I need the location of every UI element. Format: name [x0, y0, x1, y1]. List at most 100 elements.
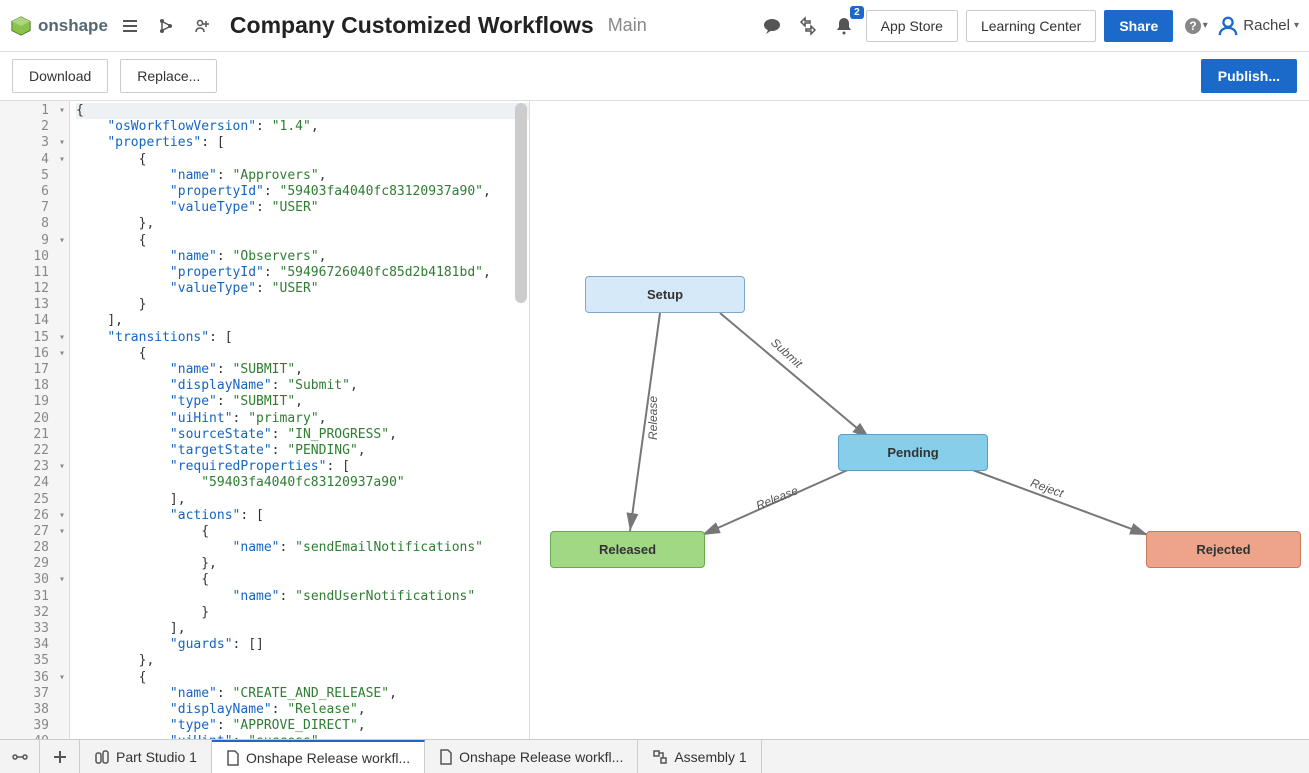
line-number: 40	[0, 734, 69, 739]
brand-logo[interactable]: onshape	[10, 15, 108, 37]
line-number: 36	[0, 670, 69, 686]
notification-badge: 2	[850, 6, 864, 19]
help-icon[interactable]: ? ▾	[1181, 12, 1209, 40]
line-number: 3	[0, 135, 69, 151]
line-number: 27	[0, 524, 69, 540]
code-line[interactable]: "osWorkflowVersion": "1.4",	[76, 119, 529, 135]
tab-label: Part Studio 1	[116, 749, 197, 765]
code-line[interactable]: "displayName": "Release",	[76, 702, 529, 718]
code-line[interactable]: }	[76, 605, 529, 621]
notifications-icon[interactable]: 2	[830, 12, 858, 40]
code-line[interactable]: "uiHint": "success",	[76, 734, 529, 739]
code-line[interactable]: "requiredProperties": [	[76, 459, 529, 475]
scrollbar-thumb[interactable]	[515, 103, 527, 303]
tab-label: Onshape Release workfl...	[459, 749, 623, 765]
code-line[interactable]: "name": "CREATE_AND_RELEASE",	[76, 686, 529, 702]
code-line[interactable]: "type": "APPROVE_DIRECT",	[76, 718, 529, 734]
line-number: 32	[0, 605, 69, 621]
line-number: 19	[0, 394, 69, 410]
code-body[interactable]: { "osWorkflowVersion": "1.4", "propertie…	[70, 101, 529, 739]
code-line[interactable]: "propertyId": "59496726040fc85d2b4181bd"…	[76, 265, 529, 281]
app-store-button[interactable]: App Store	[866, 10, 958, 42]
code-line[interactable]: "name": "sendEmailNotifications"	[76, 540, 529, 556]
tab-manager-icon[interactable]	[0, 740, 40, 773]
share-button[interactable]: Share	[1104, 10, 1173, 42]
onshape-logo-icon	[10, 15, 32, 37]
line-number: 1	[0, 103, 69, 119]
document-title: Company Customized Workflows	[230, 12, 594, 39]
line-number: 10	[0, 249, 69, 265]
line-number: 17	[0, 362, 69, 378]
line-number: 22	[0, 443, 69, 459]
line-number: 16	[0, 346, 69, 362]
line-number: 33	[0, 621, 69, 637]
code-line[interactable]: "name": "Observers",	[76, 249, 529, 265]
tab-part-studio[interactable]: Part Studio 1	[80, 740, 212, 773]
code-line[interactable]: "propertyId": "59403fa4040fc83120937a90"…	[76, 184, 529, 200]
code-line[interactable]: {	[76, 103, 529, 119]
tab-release-workflow-2[interactable]: Onshape Release workfl...	[425, 740, 638, 773]
compare-icon[interactable]	[794, 12, 822, 40]
node-pending[interactable]: Pending	[838, 434, 988, 471]
code-line[interactable]: "uiHint": "primary",	[76, 411, 529, 427]
code-line[interactable]: "name": "SUBMIT",	[76, 362, 529, 378]
chevron-down-icon: ▾	[1294, 20, 1299, 31]
code-line[interactable]: "transitions": [	[76, 330, 529, 346]
code-line[interactable]: "name": "sendUserNotifications"	[76, 589, 529, 605]
code-line[interactable]: "displayName": "Submit",	[76, 378, 529, 394]
node-setup[interactable]: Setup	[585, 276, 745, 313]
code-line[interactable]: },	[76, 216, 529, 232]
publish-button[interactable]: Publish...	[1201, 59, 1297, 93]
code-line[interactable]: ],	[76, 492, 529, 508]
add-tab-icon[interactable]	[40, 740, 80, 773]
code-line[interactable]: "guards": []	[76, 637, 529, 653]
line-number: 29	[0, 556, 69, 572]
comment-icon[interactable]	[758, 12, 786, 40]
code-line[interactable]: ],	[76, 313, 529, 329]
code-line[interactable]: "valueType": "USER"	[76, 281, 529, 297]
code-line[interactable]: }	[76, 297, 529, 313]
learning-center-button[interactable]: Learning Center	[966, 10, 1096, 42]
branch-name[interactable]: Main	[608, 15, 647, 36]
code-line[interactable]: "59403fa4040fc83120937a90"	[76, 475, 529, 491]
insert-icon[interactable]	[188, 12, 216, 40]
code-line[interactable]: "properties": [	[76, 135, 529, 151]
user-menu[interactable]: Rachel ▾	[1217, 15, 1299, 37]
user-name: Rachel	[1243, 17, 1290, 34]
menu-icon[interactable]	[116, 12, 144, 40]
tab-label: Onshape Release workfl...	[246, 750, 410, 766]
line-gutter: 1234567891011121314151617181920212223242…	[0, 101, 70, 739]
line-number: 24	[0, 475, 69, 491]
code-line[interactable]: {	[76, 346, 529, 362]
version-graph-icon[interactable]	[152, 12, 180, 40]
code-line[interactable]: {	[76, 572, 529, 588]
code-line[interactable]: "sourceState": "IN_PROGRESS",	[76, 427, 529, 443]
line-number: 28	[0, 540, 69, 556]
code-line[interactable]: "valueType": "USER"	[76, 200, 529, 216]
node-released[interactable]: Released	[550, 531, 705, 568]
workflow-diagram[interactable]: Setup Pending Released Rejected Submit R…	[530, 101, 1309, 739]
code-editor[interactable]: 1234567891011121314151617181920212223242…	[0, 101, 530, 739]
topbar: onshape Company Customized Workflows Mai…	[0, 0, 1309, 52]
tab-assembly[interactable]: Assembly 1	[638, 740, 761, 773]
replace-button[interactable]: Replace...	[120, 59, 217, 93]
line-number: 7	[0, 200, 69, 216]
tab-release-workflow-1[interactable]: Onshape Release workfl...	[212, 740, 425, 773]
code-line[interactable]: ],	[76, 621, 529, 637]
download-button[interactable]: Download	[12, 59, 108, 93]
code-line[interactable]: "actions": [	[76, 508, 529, 524]
main-split: 1234567891011121314151617181920212223242…	[0, 100, 1309, 739]
code-line[interactable]: },	[76, 653, 529, 669]
line-number: 26	[0, 508, 69, 524]
code-line[interactable]: {	[76, 152, 529, 168]
node-rejected[interactable]: Rejected	[1146, 531, 1301, 568]
code-line[interactable]: {	[76, 233, 529, 249]
code-line[interactable]: },	[76, 556, 529, 572]
code-line[interactable]: {	[76, 524, 529, 540]
code-line[interactable]: {	[76, 670, 529, 686]
code-line[interactable]: "type": "SUBMIT",	[76, 394, 529, 410]
code-line[interactable]: "name": "Approvers",	[76, 168, 529, 184]
code-line[interactable]: "targetState": "PENDING",	[76, 443, 529, 459]
document-icon	[226, 750, 240, 766]
line-number: 31	[0, 589, 69, 605]
